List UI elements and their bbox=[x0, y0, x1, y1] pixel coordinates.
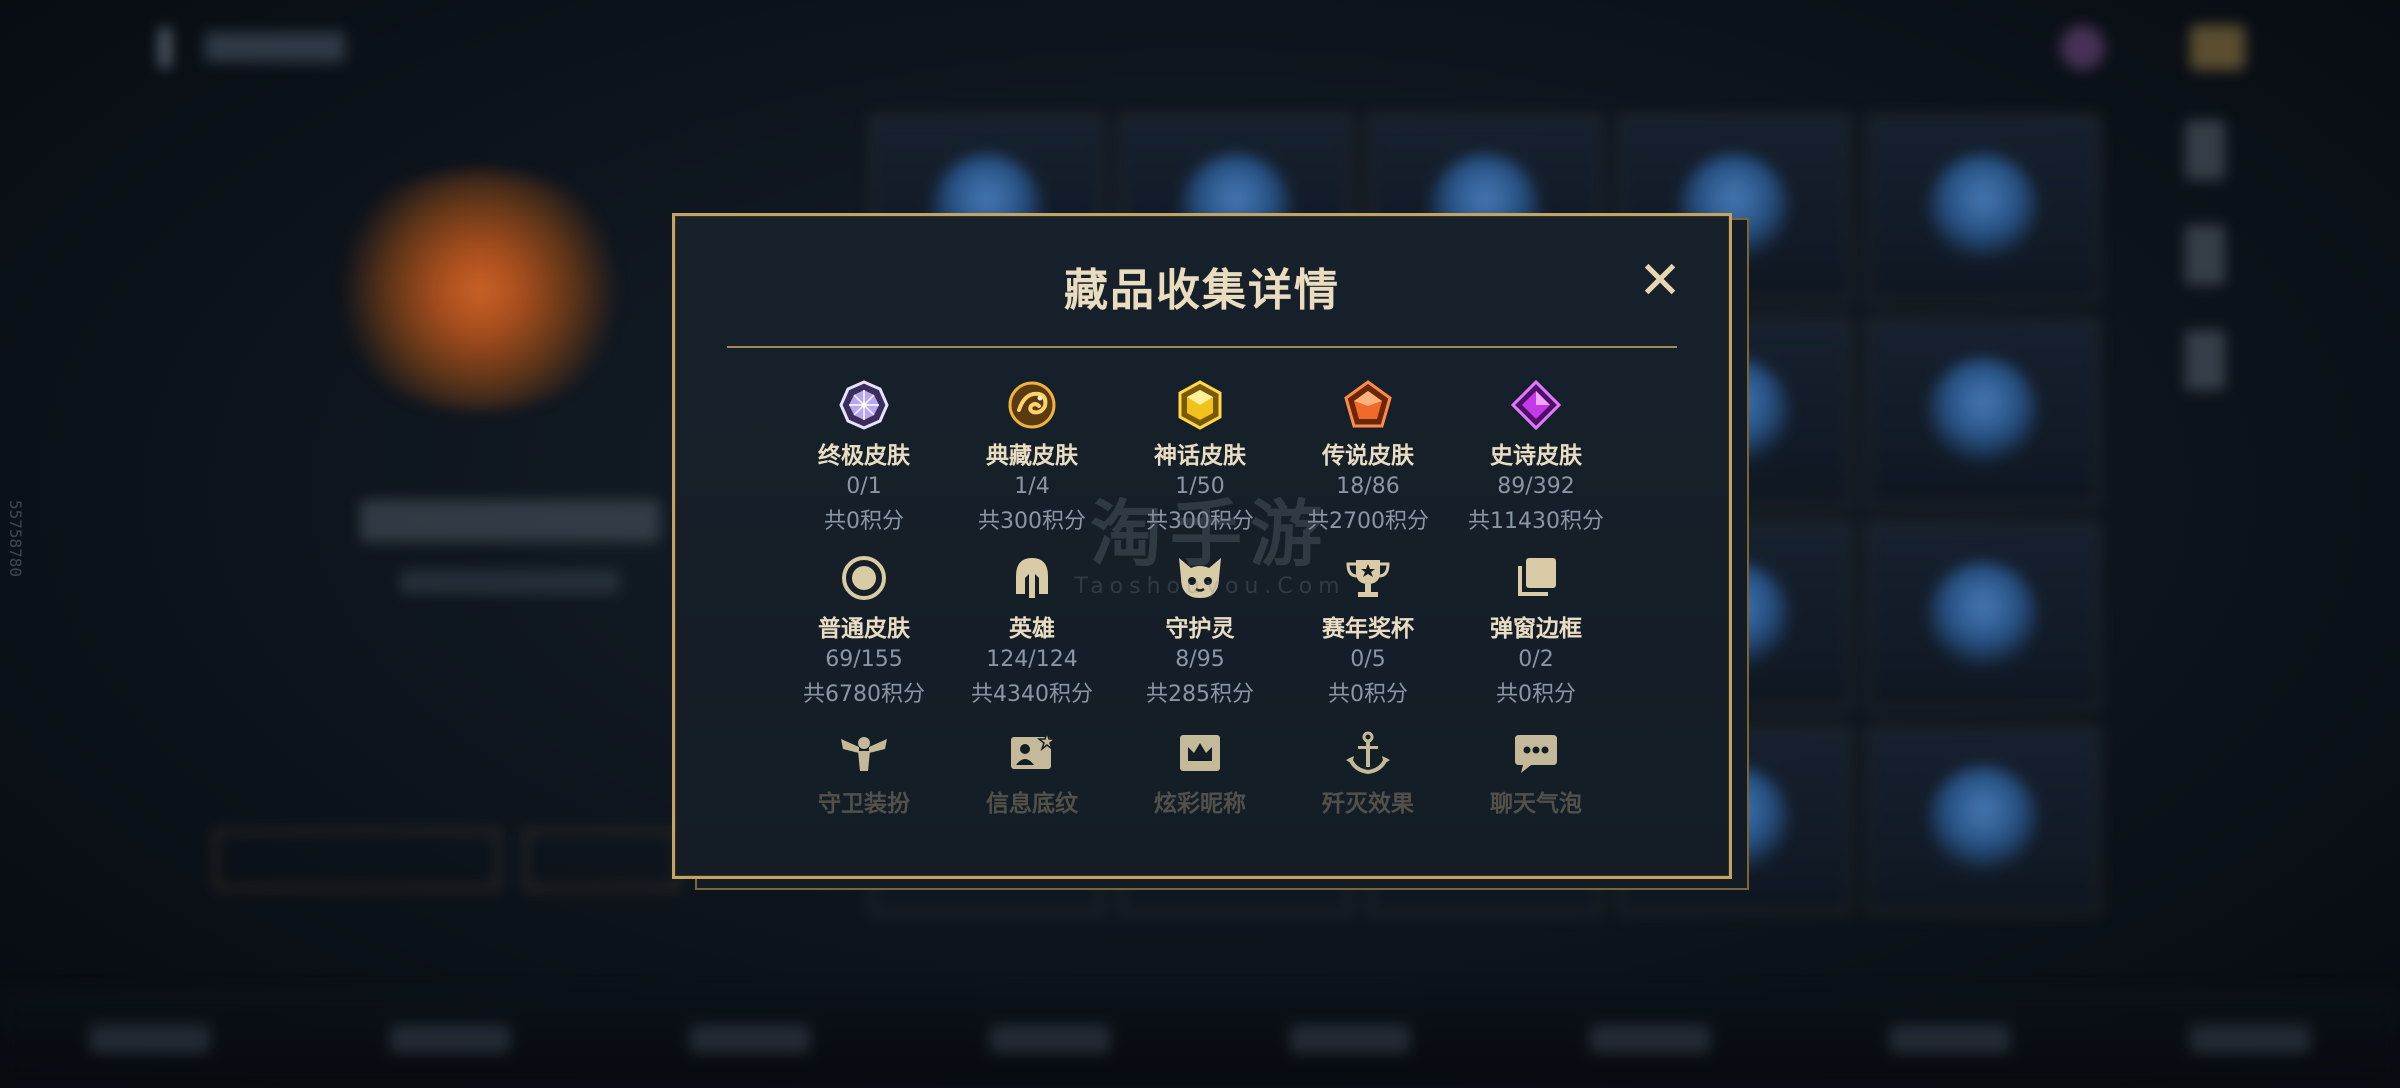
bottom-nav-item bbox=[990, 1025, 1110, 1053]
side-id-code: 55758780 bbox=[6, 500, 25, 578]
item-count: 18/86 bbox=[1336, 474, 1400, 499]
popup-frame-icon bbox=[1509, 551, 1563, 605]
bg-button-left bbox=[215, 830, 499, 889]
item-label: 赛年奖杯 bbox=[1322, 616, 1414, 642]
item-count: 1/4 bbox=[1014, 474, 1050, 499]
side-tool-icon bbox=[2185, 330, 2225, 390]
shop-icon bbox=[2190, 25, 2245, 70]
item-label: 歼灭效果 bbox=[1322, 791, 1414, 817]
collection-item-legend-skin[interactable]: 传说皮肤 18/86 共2700积分 bbox=[1283, 378, 1453, 535]
collection-item-popup-frame[interactable]: 弹窗边框 0/2 共0积分 bbox=[1451, 551, 1621, 708]
modal-title: 藏品收集详情 bbox=[1064, 265, 1340, 316]
item-points: 共11430积分 bbox=[1468, 509, 1604, 534]
annihilation-effect-icon bbox=[1341, 726, 1395, 780]
top-title-placeholder bbox=[205, 32, 345, 62]
close-icon: ✕ bbox=[1638, 251, 1682, 311]
back-arrow-icon bbox=[160, 28, 194, 68]
title-divider bbox=[727, 346, 1677, 348]
bg-button-right bbox=[525, 830, 679, 889]
item-count: 69/155 bbox=[825, 647, 903, 672]
player-sub-placeholder bbox=[400, 570, 620, 594]
item-points: 共0积分 bbox=[1496, 682, 1576, 707]
item-label: 普通皮肤 bbox=[818, 616, 910, 642]
close-button[interactable]: ✕ bbox=[1635, 255, 1685, 307]
info-background-icon bbox=[1005, 726, 1059, 780]
collection-item-annihilation-effect[interactable]: 歼灭效果 bbox=[1283, 726, 1453, 818]
bottom-nav-item bbox=[690, 1025, 810, 1053]
epic-gem-icon bbox=[1509, 378, 1563, 432]
collection-item-info-background[interactable]: 信息底纹 bbox=[947, 726, 1117, 818]
collection-item-chat-bubble[interactable]: 聊天气泡 bbox=[1451, 726, 1621, 818]
item-points: 共0积分 bbox=[824, 509, 904, 534]
item-count: 0/5 bbox=[1350, 647, 1386, 672]
skin-card bbox=[1866, 727, 2100, 915]
item-label: 神话皮肤 bbox=[1154, 443, 1246, 469]
item-count: 89/392 bbox=[1497, 474, 1575, 499]
ultimate-skin-gem-icon bbox=[837, 378, 891, 432]
item-count: 0/1 bbox=[846, 474, 882, 499]
skin-card bbox=[1866, 115, 2100, 303]
item-label: 信息底纹 bbox=[986, 791, 1078, 817]
side-tool-icon bbox=[2185, 225, 2225, 285]
item-label: 守卫装扮 bbox=[818, 791, 910, 817]
item-points: 共300积分 bbox=[1146, 509, 1254, 534]
legend-gem-icon bbox=[1341, 378, 1395, 432]
item-label: 守护灵 bbox=[1165, 616, 1235, 642]
skin-card bbox=[1866, 319, 2100, 507]
item-label: 终极皮肤 bbox=[818, 443, 910, 469]
helmet-icon bbox=[1005, 551, 1059, 605]
bottom-nav-item bbox=[1590, 1025, 1710, 1053]
item-label: 史诗皮肤 bbox=[1490, 443, 1582, 469]
bottom-nav-item bbox=[90, 1025, 210, 1053]
bottom-nav-item bbox=[1890, 1025, 2010, 1053]
item-label: 聊天气泡 bbox=[1490, 791, 1582, 817]
item-points: 共0积分 bbox=[1328, 682, 1408, 707]
collection-item-epic-skin[interactable]: 史诗皮肤 89/392 共11430积分 bbox=[1451, 378, 1621, 535]
side-tool-icon bbox=[2185, 120, 2225, 180]
item-label: 传说皮肤 bbox=[1322, 443, 1414, 469]
colorful-nickname-icon bbox=[1173, 726, 1227, 780]
collection-item-classic-skin[interactable]: 典藏皮肤 1/4 共300积分 bbox=[947, 378, 1117, 535]
item-points: 共6780积分 bbox=[803, 682, 925, 707]
item-points: 共285积分 bbox=[1146, 682, 1254, 707]
bottom-nav bbox=[0, 990, 2400, 1088]
guardian-spirit-icon bbox=[1173, 551, 1227, 605]
item-points: 共2700积分 bbox=[1307, 509, 1429, 534]
collection-item-ultimate-skin[interactable]: 终极皮肤 0/1 共0积分 bbox=[779, 378, 949, 535]
item-label: 弹窗边框 bbox=[1490, 616, 1582, 642]
myth-gem-icon bbox=[1173, 378, 1227, 432]
collection-item-hero[interactable]: 英雄 124/124 共4340积分 bbox=[947, 551, 1117, 708]
bottom-nav-item bbox=[390, 1025, 510, 1053]
collection-item-colorful-nickname[interactable]: 炫彩昵称 bbox=[1115, 726, 1285, 818]
currency-icon bbox=[2060, 25, 2105, 70]
item-count: 0/2 bbox=[1518, 647, 1554, 672]
item-label: 炫彩昵称 bbox=[1154, 791, 1246, 817]
item-count: 124/124 bbox=[986, 647, 1078, 672]
collection-item-guard-outfit[interactable]: 守卫装扮 bbox=[779, 726, 949, 818]
item-points: 共300积分 bbox=[978, 509, 1086, 534]
collection-item-guardian-spirit[interactable]: 守护灵 8/95 共285积分 bbox=[1115, 551, 1285, 708]
chat-bubble-icon bbox=[1509, 726, 1563, 780]
item-label: 英雄 bbox=[1009, 616, 1055, 642]
collection-item-normal-skin[interactable]: 普通皮肤 69/155 共6780积分 bbox=[779, 551, 949, 708]
collection-item-myth-skin[interactable]: 神话皮肤 1/50 共300积分 bbox=[1115, 378, 1285, 535]
guard-outfit-icon bbox=[837, 726, 891, 780]
bottom-nav-item bbox=[2190, 1025, 2310, 1053]
item-label: 典藏皮肤 bbox=[986, 443, 1078, 469]
item-count: 1/50 bbox=[1175, 474, 1225, 499]
classic-dragon-icon bbox=[1005, 378, 1059, 432]
skin-card bbox=[1866, 523, 2100, 711]
trophy-icon bbox=[1341, 551, 1395, 605]
collection-details-modal: 藏品收集详情 ✕ 终极皮肤 0/1 共0积分 典藏皮肤 1/4 共300积分 神… bbox=[672, 213, 1732, 879]
normal-skin-ring-icon bbox=[837, 551, 891, 605]
collection-item-season-trophy[interactable]: 赛年奖杯 0/5 共0积分 bbox=[1283, 551, 1453, 708]
rank-emblem bbox=[320, 170, 640, 410]
item-count: 8/95 bbox=[1175, 647, 1225, 672]
item-points: 共4340积分 bbox=[971, 682, 1093, 707]
side-toolbar bbox=[2185, 120, 2235, 435]
bottom-nav-item bbox=[1290, 1025, 1410, 1053]
player-name-placeholder bbox=[360, 500, 660, 542]
